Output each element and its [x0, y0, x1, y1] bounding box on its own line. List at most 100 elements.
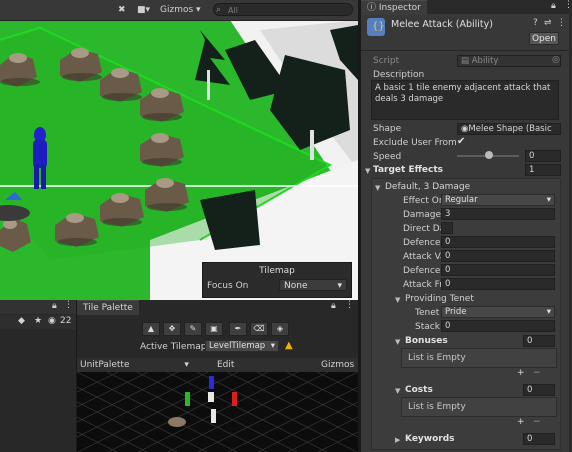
chevron-down-icon: ▾: [184, 360, 189, 370]
tab-tile-palette[interactable]: Tile Palette: [77, 300, 139, 315]
tenet-label: Tenet: [415, 308, 440, 318]
exclude-user-label: Exclude User From T: [373, 138, 457, 148]
providing-tenet-foldout-icon[interactable]: ▼: [395, 296, 400, 304]
target-effects-label: Target Effects: [373, 165, 444, 175]
inspector-panel: ⓘ Inspector 🔒︎ ⋮ {} Melee Attack (Abilit…: [360, 0, 572, 452]
palette-grid-canvas[interactable]: [77, 372, 358, 452]
attack-value-field[interactable]: 0: [441, 250, 555, 262]
damage-field[interactable]: 3: [441, 208, 555, 220]
lock-icon[interactable]: 🔒︎: [52, 301, 57, 311]
attack-from-label: Attack Fr: [403, 280, 441, 290]
target-icon[interactable]: ◎: [552, 55, 560, 65]
providing-tenet-label: Providing Tenet: [405, 294, 474, 304]
bonuses-label: Bonuses: [405, 336, 448, 346]
more-menu-icon[interactable]: ⋮: [345, 300, 354, 310]
active-tilemap-select[interactable]: LevelTilemap ▾: [205, 340, 279, 352]
stack-label: Stack: [415, 322, 440, 332]
settings-icon[interactable]: ⇌: [544, 18, 552, 28]
search-input[interactable]: All: [213, 3, 353, 16]
stack-field[interactable]: 0: [441, 320, 555, 332]
speed-label: Speed: [373, 152, 402, 162]
tag-icon[interactable]: ◆: [18, 316, 25, 326]
target-effects-foldout-icon[interactable]: ▼: [365, 167, 370, 175]
search-icon: ⌕: [216, 5, 222, 15]
shape-field[interactable]: ◉Melee Shape (Basic: [457, 123, 561, 135]
defence-2-label: Defence: [403, 266, 441, 276]
hidden-count: 22: [60, 316, 72, 326]
divider: [361, 50, 569, 51]
focus-on-select[interactable]: None ▾: [279, 279, 347, 291]
exclude-user-checkbox[interactable]: ✔: [457, 136, 465, 147]
active-tilemap-label: Active Tilemap: [140, 342, 207, 352]
direct-damage-checkbox[interactable]: [441, 222, 453, 234]
chevron-down-icon: ▾: [546, 307, 551, 317]
tools-icon[interactable]: ✖: [118, 3, 126, 17]
lock-icon[interactable]: 🔒︎: [551, 1, 556, 11]
visibility-icon[interactable]: ◉: [48, 316, 56, 326]
scriptable-object-icon: {}: [367, 18, 385, 36]
open-button[interactable]: Open: [529, 32, 559, 45]
defence-2-field[interactable]: 0: [441, 264, 555, 276]
script-field: ▤ Ability: [457, 55, 561, 67]
palette-gizmos-button[interactable]: Gizmos: [321, 360, 354, 370]
lock-icon[interactable]: 🔒︎: [331, 301, 336, 311]
costs-label: Costs: [405, 385, 433, 395]
bonuses-foldout-icon[interactable]: ▼: [395, 338, 400, 346]
chevron-down-icon: ▾: [270, 341, 275, 351]
scene-toolbar: ✖ ■▾ Gizmos ▾ All ⌕: [0, 0, 358, 21]
more-menu-icon[interactable]: ⋮: [557, 18, 566, 28]
remove-cost-button[interactable]: −: [533, 417, 541, 427]
description-textarea[interactable]: A basic 1 tile enemy adjacent attack tha…: [371, 80, 559, 120]
palette-toolbar: UnitPalette ▾ Edit Gizmos: [77, 358, 358, 372]
scene-view[interactable]: ✖ ■▾ Gizmos ▾ All ⌕ Tilemap Focus On Non…: [0, 0, 358, 300]
tilemap-overlay: Tilemap Focus On None ▾: [202, 262, 352, 298]
brush-tool-icon[interactable]: ✎: [184, 322, 202, 336]
add-bonus-button[interactable]: +: [517, 368, 525, 378]
speed-slider-handle[interactable]: [485, 151, 493, 159]
gizmos-dropdown[interactable]: Gizmos ▾: [160, 3, 201, 17]
costs-foldout-icon[interactable]: ▼: [395, 387, 400, 395]
description-label: Description: [373, 70, 425, 80]
speed-field[interactable]: 0: [525, 150, 561, 162]
script-label: Script: [373, 56, 400, 66]
tenet-select[interactable]: Pride ▾: [441, 306, 555, 318]
chevron-down-icon: ▾: [337, 281, 342, 291]
fill-tool-icon[interactable]: ◈: [271, 322, 289, 336]
star-icon[interactable]: ★: [34, 316, 42, 326]
damage-label: Damage: [403, 210, 441, 220]
costs-list: List is Empty: [401, 397, 557, 417]
palette-edit-button[interactable]: Edit: [217, 360, 234, 370]
target-effects-count[interactable]: 1: [525, 164, 561, 176]
select-tool-icon[interactable]: ▲: [142, 322, 160, 336]
eraser-tool-icon[interactable]: ⌫: [250, 322, 268, 336]
focus-on-label: Focus On: [207, 281, 249, 291]
hierarchy-header: 🔒︎ ⋮: [0, 300, 76, 314]
keywords-label: Keywords: [405, 434, 455, 444]
attack-from-field[interactable]: 0: [441, 278, 555, 290]
box-fill-tool-icon[interactable]: ▣: [205, 322, 223, 336]
script-icon: ▤: [461, 56, 472, 66]
defence-label: Defence: [403, 238, 441, 248]
effect-foldout-icon[interactable]: ▼: [375, 184, 380, 192]
tab-inspector[interactable]: ⓘ Inspector: [361, 0, 427, 15]
keywords-foldout-icon[interactable]: ▶: [395, 436, 400, 444]
move-tool-icon[interactable]: ✥: [163, 322, 181, 336]
bonuses-count[interactable]: 0: [523, 335, 555, 347]
effect-order-select[interactable]: Regular ▾: [441, 194, 555, 206]
scene-canvas[interactable]: [0, 0, 358, 300]
object-title: Melee Attack (Ability): [391, 19, 493, 30]
costs-count[interactable]: 0: [523, 384, 555, 396]
help-icon[interactable]: ?: [533, 18, 538, 28]
palette-grid[interactable]: [77, 372, 358, 452]
direct-damage-label: Direct Da: [403, 224, 441, 234]
add-cost-button[interactable]: +: [517, 417, 525, 427]
picker-tool-icon[interactable]: ✒: [229, 322, 247, 336]
defence-field[interactable]: 0: [441, 236, 555, 248]
keywords-count[interactable]: 0: [523, 433, 555, 445]
camera-icon[interactable]: ■▾: [137, 3, 150, 17]
palette-select[interactable]: UnitPalette ▾: [80, 360, 189, 370]
more-menu-icon[interactable]: ⋮: [64, 300, 73, 310]
remove-bonus-button[interactable]: −: [533, 368, 541, 378]
attack-value-label: Attack Va: [403, 252, 441, 262]
inspector-tabbar: ⓘ Inspector 🔒︎ ⋮: [361, 0, 572, 15]
